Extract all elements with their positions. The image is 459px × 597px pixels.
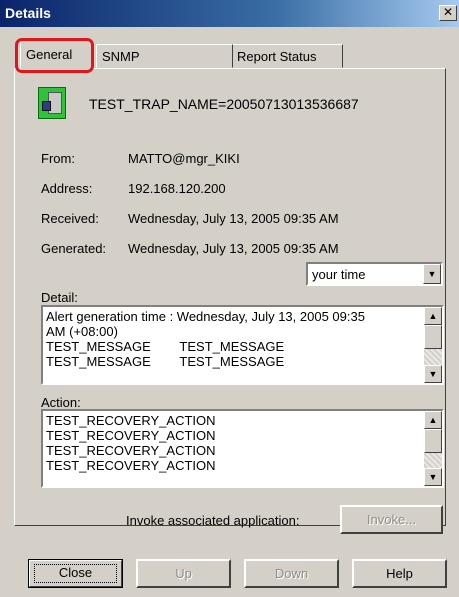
tab-report-status-label: Report Status bbox=[237, 49, 317, 64]
received-label: Received: bbox=[41, 211, 99, 226]
trap-name: TEST_TRAP_NAME=20050713013536687 bbox=[89, 96, 359, 112]
address-label: Address: bbox=[41, 181, 93, 196]
scroll-up-icon[interactable]: ▲ bbox=[424, 307, 442, 325]
detail-line: TEST_MESSAGE TEST_MESSAGE bbox=[46, 354, 285, 369]
help-button[interactable]: Help bbox=[352, 559, 447, 588]
close-button[interactable]: Close bbox=[28, 559, 123, 588]
action-scrollbar[interactable]: ▲ ▼ bbox=[424, 411, 442, 486]
monitor-shape bbox=[42, 101, 51, 111]
action-line: TEST_RECOVERY_ACTION bbox=[46, 428, 216, 443]
up-button[interactable]: Up bbox=[136, 559, 231, 588]
tab-general-label: General bbox=[26, 47, 73, 62]
detail-line: Alert generation time : Wednesday, July … bbox=[46, 309, 365, 324]
scroll-thumb[interactable] bbox=[424, 325, 442, 349]
invoke-button[interactable]: Invoke... bbox=[340, 505, 443, 534]
generated-value: Wednesday, July 13, 2005 09:35 AM bbox=[128, 241, 339, 256]
tab-general[interactable]: General bbox=[20, 40, 92, 70]
action-line: TEST_RECOVERY_ACTION bbox=[46, 443, 216, 458]
generated-label: Generated: bbox=[41, 241, 107, 256]
received-value: Wednesday, July 13, 2005 09:35 AM bbox=[128, 211, 339, 226]
time-zone-select[interactable]: your time ▼ bbox=[306, 262, 443, 286]
tab-snmp[interactable]: SNMP bbox=[96, 44, 233, 68]
detail-textarea[interactable]: Alert generation time : Wednesday, July … bbox=[41, 305, 444, 385]
tab-report-status[interactable]: Report Status bbox=[231, 44, 343, 68]
invoke-label: Invoke associated application: bbox=[126, 513, 300, 528]
tab-snmp-label: SNMP bbox=[102, 49, 140, 64]
server-alert-icon bbox=[38, 87, 66, 119]
action-line: TEST_RECOVERY_ACTION bbox=[46, 413, 216, 428]
detail-line: AM (+08:00) bbox=[46, 324, 118, 339]
window-title: Details bbox=[5, 5, 51, 21]
details-dialog: Details ✕ Report Status SNMP General TES… bbox=[0, 0, 459, 597]
address-value: 192.168.120.200 bbox=[128, 181, 226, 196]
scroll-down-icon[interactable]: ▼ bbox=[424, 365, 442, 383]
title-bar[interactable]: Details ✕ bbox=[0, 0, 459, 27]
detail-line: TEST_MESSAGE TEST_MESSAGE bbox=[46, 339, 285, 354]
close-button-label: Close bbox=[58, 565, 93, 580]
action-label: Action: bbox=[41, 395, 81, 410]
scroll-thumb[interactable] bbox=[424, 429, 442, 453]
from-label: From: bbox=[41, 151, 75, 166]
detail-scrollbar[interactable]: ▲ ▼ bbox=[424, 307, 442, 383]
detail-label: Detail: bbox=[41, 290, 78, 305]
action-line: TEST_RECOVERY_ACTION bbox=[46, 458, 216, 473]
scroll-up-icon[interactable]: ▲ bbox=[424, 411, 442, 429]
chevron-down-icon[interactable]: ▼ bbox=[423, 264, 441, 284]
time-zone-value: your time bbox=[312, 267, 366, 282]
close-window-button[interactable]: ✕ bbox=[439, 5, 457, 21]
scroll-down-icon[interactable]: ▼ bbox=[424, 468, 442, 486]
from-value: MATTO@mgr_KIKI bbox=[128, 151, 240, 166]
down-button[interactable]: Down bbox=[244, 559, 339, 588]
action-textarea[interactable]: TEST_RECOVERY_ACTION TEST_RECOVERY_ACTIO… bbox=[41, 409, 444, 488]
